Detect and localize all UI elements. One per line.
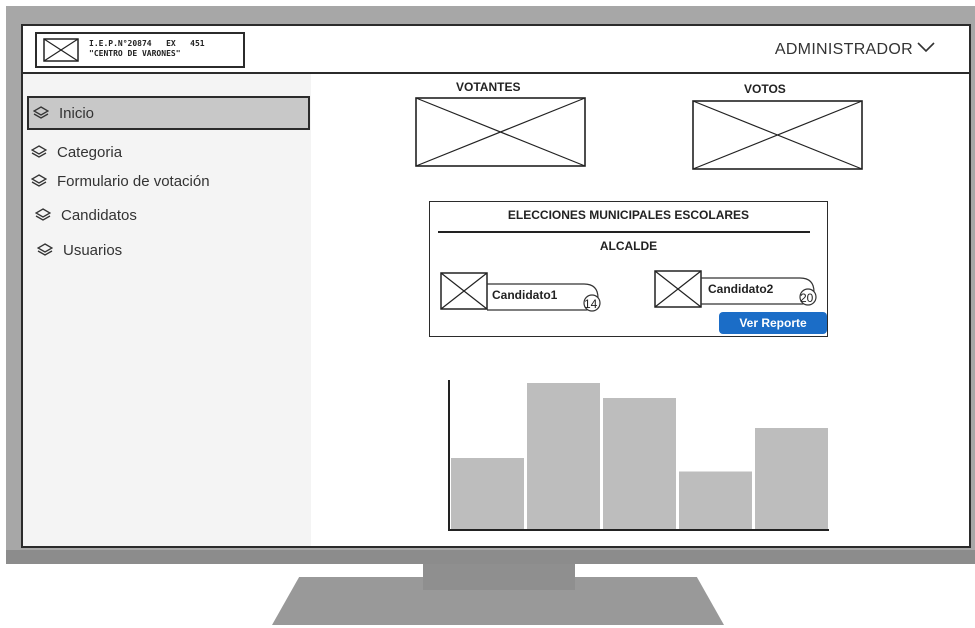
- school-name-line1: I.E.P.N°20874 EX 451: [89, 39, 205, 48]
- candidate1-name: Candidato1: [492, 288, 558, 302]
- screen: I.E.P.N°20874 EX 451 "CENTRO DE VARONES"…: [21, 24, 971, 548]
- election-card: ELECCIONES MUNICIPALES ESCOLARES ALCALDE…: [429, 201, 828, 337]
- voters-label: VOTANTES: [456, 80, 521, 94]
- candidate2-votes: 20: [800, 291, 814, 305]
- layers-icon: [35, 208, 51, 221]
- layers-icon: [31, 174, 47, 187]
- logo-image-placeholder-icon: [43, 38, 79, 62]
- layers-icon: [31, 145, 47, 158]
- voters-image-placeholder-icon: [415, 97, 586, 167]
- candidate1-photo-placeholder-icon: [440, 272, 488, 310]
- monitor-bezel-bottom: [6, 550, 975, 564]
- sidebar: Inicio Categoria Formulario de votación …: [23, 74, 311, 546]
- sidebar-item-label: Candidatos: [61, 206, 137, 224]
- sidebar-item-usuarios[interactable]: Usuarios: [37, 238, 122, 262]
- chart-bar-4: [679, 471, 752, 530]
- sidebar-item-label: Inicio: [59, 104, 95, 122]
- school-name: I.E.P.N°20874 EX 451 "CENTRO DE VARONES": [89, 39, 205, 59]
- election-position: ALCALDE: [599, 239, 658, 253]
- votes-image-placeholder-icon: [692, 100, 863, 170]
- votes-label: VOTOS: [744, 82, 786, 96]
- sidebar-item-label: Usuarios: [63, 241, 123, 259]
- sidebar-item-candidatos[interactable]: Candidatos: [35, 203, 137, 227]
- layers-icon: [37, 243, 53, 256]
- votes-bar-chart: [448, 380, 829, 531]
- candidate1-votes: 14: [584, 297, 598, 311]
- election-title: ELECCIONES MUNICIPALES ESCOLARES: [507, 208, 750, 222]
- view-report-button[interactable]: Ver Reporte: [719, 312, 827, 334]
- top-header: I.E.P.N°20874 EX 451 "CENTRO DE VARONES"…: [23, 26, 969, 74]
- divider: [438, 231, 810, 233]
- sidebar-item-inicio[interactable]: Inicio: [27, 96, 310, 130]
- monitor-neck: [423, 564, 575, 590]
- sidebar-item-categoria[interactable]: Categoria: [31, 140, 122, 164]
- candidate2-photo-placeholder-icon: [654, 270, 702, 308]
- user-menu-label[interactable]: ADMINISTRADOR: [775, 41, 913, 59]
- layers-icon: [33, 106, 49, 119]
- sidebar-item-label: Categoria: [57, 143, 123, 161]
- school-name-line2: "CENTRO DE VARONES": [89, 49, 181, 58]
- chevron-down-icon[interactable]: [917, 40, 935, 54]
- candidate2-name: Candidato2: [708, 282, 774, 296]
- sidebar-item-formulario[interactable]: Formulario de votación: [31, 169, 210, 193]
- chart-bar-2: [527, 383, 600, 530]
- sidebar-item-label: Formulario de votación: [57, 172, 210, 190]
- chart-bar-3: [603, 398, 676, 530]
- school-logo-box: I.E.P.N°20874 EX 451 "CENTRO DE VARONES": [35, 32, 245, 68]
- chart-bar-5: [755, 428, 828, 530]
- chart-bar-1: [451, 458, 524, 530]
